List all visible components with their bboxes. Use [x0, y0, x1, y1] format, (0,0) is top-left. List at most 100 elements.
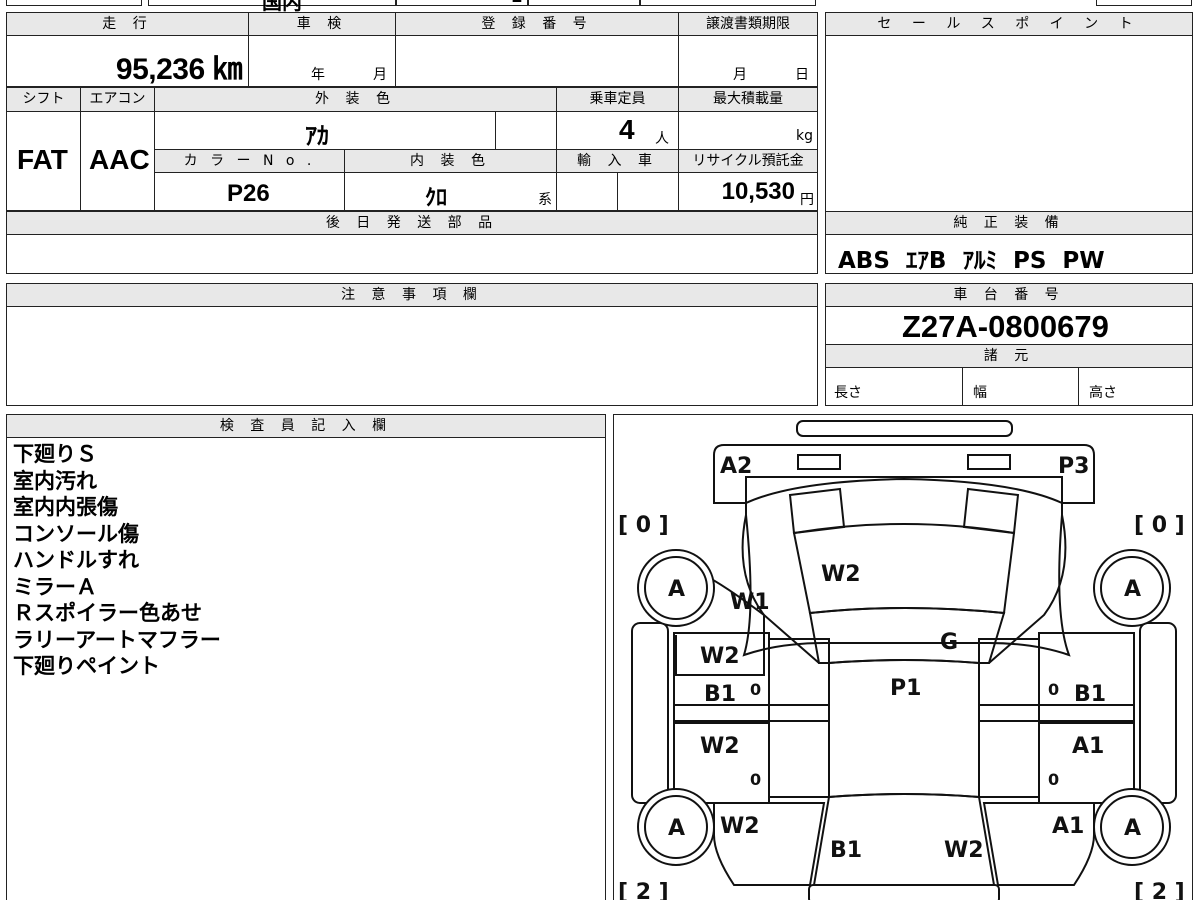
zero-rl-label: 0: [750, 770, 761, 789]
import-cell-b: [617, 172, 679, 211]
transfer-deadline-header: 譲渡書類期限: [678, 12, 818, 36]
transfer-month-label: 月: [733, 67, 747, 83]
recycle-header: リサイクル預託金: [678, 149, 818, 173]
chassis-cell: Z27A-0800679: [825, 306, 1193, 345]
interior-color-header: 内 装 色: [344, 149, 557, 173]
recycle-cell: 10,530 円: [678, 172, 818, 211]
color-no-cell: P26: [154, 172, 345, 211]
spec-height-label: 高さ: [1089, 385, 1117, 401]
zero-rr-label: 0: [1048, 770, 1059, 789]
wheel-fl-label: A: [668, 577, 685, 602]
inspection-header: 車 検: [248, 12, 396, 36]
quarter-left-label: W2: [720, 814, 760, 839]
right-sill: [1139, 622, 1177, 804]
cabin-outline: [808, 607, 1006, 664]
inspector-note: 室内内張傷: [13, 495, 118, 519]
front-left-corner-label: A2: [720, 454, 752, 479]
inspector-header: 検 査 員 記 入 欄: [6, 414, 606, 438]
inspection-year-label: 年: [311, 67, 325, 83]
inspector-note: ハンドルすれ: [13, 548, 139, 572]
later-parts-header: 後 日 発 送 部 品: [6, 211, 818, 235]
right-front-fender: [988, 514, 1067, 664]
inspector-note: ラリーアートマフラー: [13, 627, 221, 652]
ac-header: エアコン: [80, 87, 155, 112]
inspector-note: コンソール傷: [13, 521, 139, 546]
zero-fl-label: 0: [750, 680, 761, 699]
top-partial-number: 2: [512, 0, 522, 7]
inspection-month-label: 月: [373, 67, 387, 83]
recycle-value: 10,530: [721, 178, 795, 205]
registration-cell: [395, 35, 679, 87]
tire-rear-right-label: [ 2 ]: [1134, 880, 1185, 900]
quarter-right-label: A1: [1052, 814, 1084, 839]
hood-label: W2: [821, 562, 861, 587]
left-sill: [631, 622, 669, 804]
car-diagram-panel: [ 0 ] [ 0 ] [ 2 ] [ 2 ] A A A A A2 P3 W2…: [613, 414, 1193, 900]
front-door-left-top-label: W2: [700, 644, 740, 669]
shift-header: シフト: [6, 87, 81, 112]
import-header: 輸 入 車: [556, 149, 679, 173]
exterior-extra-cell: [495, 111, 557, 150]
equipment-header: 純 正 装 備: [825, 211, 1193, 235]
exterior-color-cell: ｱｶ: [154, 111, 496, 150]
specs-header: 諸 元: [825, 344, 1193, 368]
inspection-cell: 年 月: [248, 35, 396, 87]
shift-value: FAT: [17, 144, 68, 175]
rear-bumper-shape: [808, 884, 1000, 900]
transfer-deadline-cell: 月 日: [678, 35, 818, 87]
right-headlight-shape: [967, 454, 1011, 470]
mileage-header: 走 行: [6, 12, 249, 36]
exterior-color-header: 外 装 色: [154, 87, 557, 112]
cowl-shape: [788, 487, 846, 535]
front-door-right-label: B1: [1074, 682, 1106, 707]
cowl-shape-right: [962, 487, 1020, 535]
front-right-corner-label: P3: [1058, 454, 1089, 479]
later-parts-cell: [6, 234, 818, 274]
mileage-value: 95,236 ㎞: [115, 53, 243, 86]
zero-fr-label: 0: [1048, 680, 1059, 699]
wheel-rl-label: A: [668, 816, 685, 841]
max-load-cell: kg: [678, 111, 818, 150]
trunk-left-label: B1: [830, 838, 862, 863]
registration-header: 登 録 番 号: [395, 12, 679, 36]
fender-left-label: W1: [730, 590, 770, 615]
spec-height-cell: 高さ: [1078, 367, 1193, 406]
inspector-note: 下廻りＳ: [13, 442, 97, 466]
wheel-rr-label: A: [1124, 816, 1141, 841]
front-bumper-shape: [796, 420, 1013, 437]
equipment-cell: ABS ｴｱB ｱﾙﾐ PS PW: [825, 234, 1193, 274]
color-no-header: カ ラ ー N o .: [154, 149, 345, 173]
equipment-value: ABS ｴｱB ｱﾙﾐ PS PW: [838, 248, 1105, 274]
max-load-unit: kg: [796, 128, 813, 144]
interior-color-cell: ｸﾛ 系: [344, 172, 557, 211]
exterior-color-value: ｱｶ: [305, 122, 329, 150]
ac-value: AAC: [89, 144, 150, 175]
chassis-value: Z27A-0800679: [902, 309, 1109, 344]
capacity-value: 4: [619, 114, 635, 145]
inspector-note: 室内汚れ: [13, 468, 97, 493]
mileage-cell: 95,236 ㎞: [6, 35, 249, 87]
inspector-notes-list: 下廻りＳ 室内汚れ 室内内張傷 コンソール傷 ハンドルすれ ミラーＡ Ｒスポイラ…: [13, 441, 221, 680]
capacity-unit: 人: [655, 131, 669, 147]
hood-outline: [742, 477, 1071, 657]
color-no-value: P26: [227, 180, 270, 207]
shift-cell: FAT: [6, 111, 81, 211]
tire-front-right-label: [ 0 ]: [1134, 513, 1185, 538]
right-front-door: [1038, 632, 1135, 724]
spec-width-label: 幅: [973, 385, 987, 401]
left-front-fender: [741, 514, 820, 664]
interior-color-unit: 系: [538, 192, 552, 208]
tire-rear-left-label: [ 2 ]: [618, 880, 669, 900]
spec-width-cell: 幅: [962, 367, 1079, 406]
trunk-right-label: W2: [944, 838, 984, 863]
capacity-header: 乗車定員: [556, 87, 679, 112]
sales-point-header: セ ー ル ス ポ イ ン ト: [825, 12, 1193, 36]
capacity-cell: 4 人: [556, 111, 679, 150]
sales-point-cell: [825, 35, 1193, 212]
caution-header: 注 意 事 項 欄: [6, 283, 818, 307]
interior-color-value: ｸﾛ: [425, 186, 448, 211]
inspector-note: ミラーＡ: [13, 574, 97, 599]
vehicle-info-block: 走 行 車 検 登 録 番 号 譲渡書類期限 95,236 ㎞ 年 月 月 日 …: [6, 12, 818, 274]
caution-cell: [6, 306, 818, 406]
recycle-unit: 円: [800, 192, 814, 208]
